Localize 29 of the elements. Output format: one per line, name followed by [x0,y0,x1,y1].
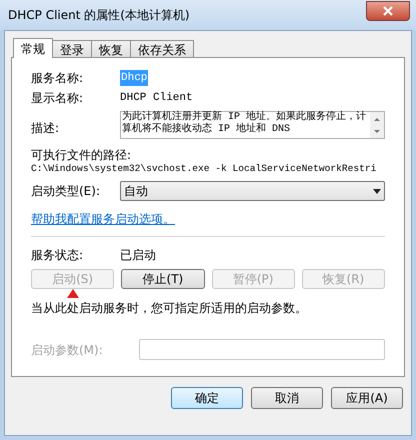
field-label: 启动类型(E): [31,183,101,200]
scrollbar-drawing [370,112,384,138]
dropdown-arrow-icon [373,188,381,194]
dialog-button[interactable]: 确定 [171,387,243,409]
service-button[interactable]: 停止(T) [121,269,204,289]
hint-text: 当从此处启动服务时，您可指定所适用的启动参数。 [31,300,308,317]
dialog-button[interactable]: 应用(A) [331,387,403,409]
dialog-button[interactable]: 取消 [251,387,323,409]
close-icon [383,6,393,16]
tab[interactable]: 登录 [52,40,92,57]
field-label: 描述: [31,120,60,137]
display-name-value: DHCP Client [120,90,193,106]
tab[interactable]: 依存关系 [130,40,194,57]
path-value: C:\Windows\system32\svchost.exe -k LocalServiceNetworkRestri [31,162,378,176]
arrow-icon [67,289,79,298]
tab[interactable]: 恢复 [91,40,131,57]
status-value: 已启动 [120,247,156,264]
field-label: 可执行文件的路径: [31,148,132,162]
description-box[interactable]: 为此计算机注册并更新 IP 地址。如果此服务停止，计算机将不能接收动态 IP 地址和 DNS [120,111,385,139]
field-label: 服务状态: [31,247,84,264]
field-label: 显示名称: [31,90,84,107]
tab[interactable]: 常规 [13,38,53,58]
field-label: 服务名称: [31,70,84,87]
service-name-value: Dhcp [120,70,148,86]
window-title: DHCP Client 的属性(本地计算机) [8,7,190,24]
help-link[interactable]: 帮助我配置服务启动选项。 [31,210,175,228]
close-button[interactable] [366,1,410,21]
field-label: 启动参数(M): [31,342,104,358]
startup-type-dropdown[interactable]: 自动 [120,181,385,201]
